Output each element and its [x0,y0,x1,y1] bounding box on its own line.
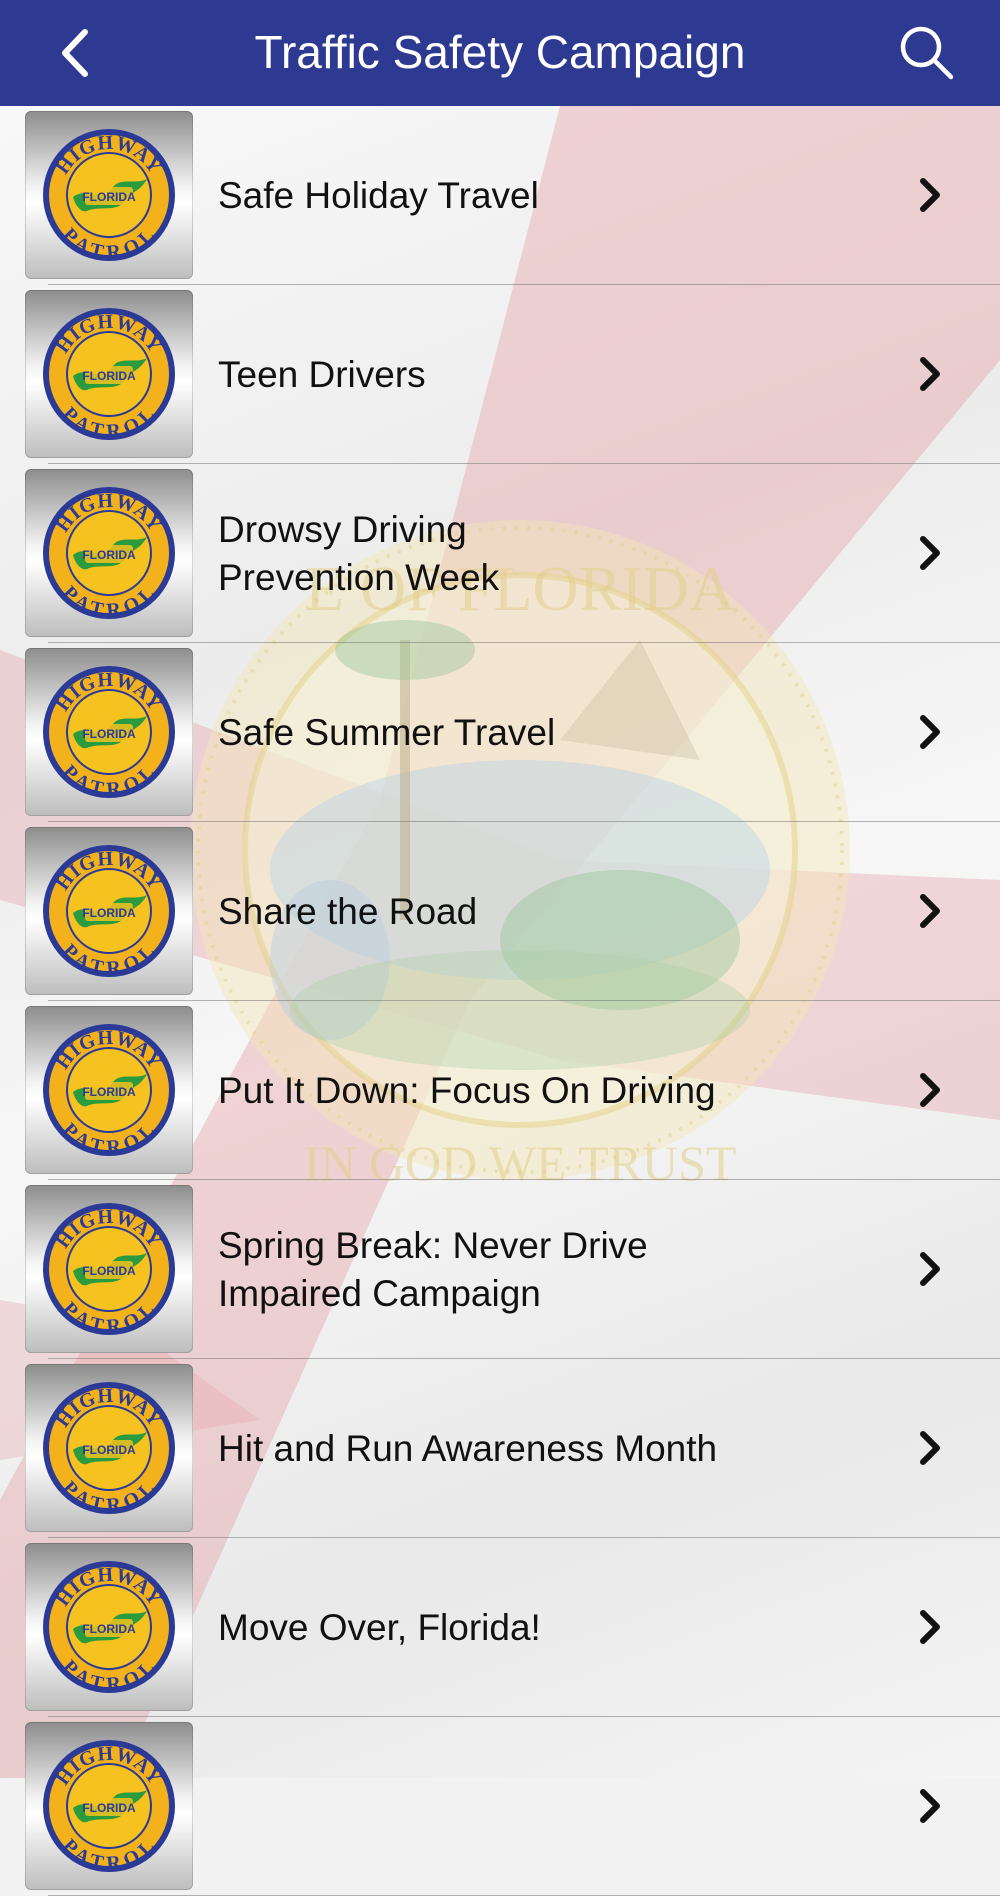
campaign-thumbnail: HIGHWAY PATROL FLORIDA [25,111,193,279]
chevron-right-icon [917,1428,943,1468]
svg-text:FLORIDA: FLORIDA [82,548,136,562]
campaign-title-line-1: Spring Break: Never Drive [218,1222,648,1269]
search-icon [898,24,956,82]
campaign-list-item[interactable]: HIGHWAY PATROL FLORIDA Safe Summer Trave… [0,643,1000,822]
campaign-list: HIGHWAY PATROL FLORIDA Safe Holiday Trav… [0,106,1000,1896]
campaign-title-line-1: Put It Down: Focus On Driving [218,1067,716,1114]
campaign-thumbnail: HIGHWAY PATROL FLORIDA [25,1185,193,1353]
disclosure-chevron-icon [915,173,945,217]
search-button[interactable] [892,18,962,88]
disclosure-chevron-icon [915,710,945,754]
campaign-thumbnail: HIGHWAY PATROL FLORIDA [25,1722,193,1890]
nav-bar: Traffic Safety Campaign [0,0,1000,106]
campaign-title-line-1: Hit and Run Awareness Month [218,1425,717,1472]
disclosure-chevron-icon [915,531,945,575]
campaign-thumbnail: HIGHWAY PATROL FLORIDA [25,1364,193,1532]
page-title: Traffic Safety Campaign [150,0,850,106]
chevron-right-icon [917,1070,943,1110]
svg-text:FLORIDA: FLORIDA [82,190,136,204]
highway-patrol-badge-icon: HIGHWAY PATROL FLORIDA [39,1378,179,1518]
chevron-right-icon [917,1786,943,1826]
campaign-list-item[interactable]: HIGHWAY PATROL FLORIDA Share the Road [0,822,1000,1001]
campaign-title: Put It Down: Focus On Driving [218,1001,880,1180]
campaign-thumbnail: HIGHWAY PATROL FLORIDA [25,827,193,995]
campaign-list-item[interactable]: HIGHWAY PATROL FLORIDA Hit and Run Aware… [0,1359,1000,1538]
highway-patrol-badge-icon: HIGHWAY PATROL FLORIDA [39,1199,179,1339]
chevron-right-icon [917,712,943,752]
campaign-title-line-2: Impaired Campaign [218,1270,648,1317]
chevron-right-icon [917,1249,943,1289]
campaign-title-line-1: Drowsy Driving [218,506,499,553]
campaign-list-item[interactable]: HIGHWAY PATROL FLORIDA Safe Holiday Trav… [0,106,1000,285]
campaign-title: Safe Summer Travel [218,643,880,822]
highway-patrol-badge-icon: HIGHWAY PATROL FLORIDA [39,1020,179,1160]
highway-patrol-badge-icon: HIGHWAY PATROL FLORIDA [39,483,179,623]
svg-text:FLORIDA: FLORIDA [82,1085,136,1099]
back-button[interactable] [40,18,110,88]
svg-text:FLORIDA: FLORIDA [82,1622,136,1636]
campaign-thumbnail: HIGHWAY PATROL FLORIDA [25,1006,193,1174]
campaign-title-line-1: Move Over, Florida! [218,1604,541,1651]
chevron-right-icon [917,533,943,573]
highway-patrol-badge-icon: HIGHWAY PATROL FLORIDA [39,841,179,981]
disclosure-chevron-icon [915,1068,945,1112]
campaign-list-item[interactable]: HIGHWAY PATROL FLORIDA Put It Down: Focu… [0,1001,1000,1180]
campaign-title-line-1: Teen Drivers [218,351,426,398]
campaign-title-line-2: Prevention Week [218,554,499,601]
chevron-right-icon [917,175,943,215]
svg-text:FLORIDA: FLORIDA [82,369,136,383]
campaign-title: Move Over, Florida! [218,1538,880,1717]
campaign-list-item[interactable]: HIGHWAY PATROL FLORIDA Move Over, Florid… [0,1538,1000,1717]
campaign-title-line-1: Safe Summer Travel [218,709,555,756]
svg-text:FLORIDA: FLORIDA [82,906,136,920]
chevron-right-icon [917,1607,943,1647]
campaign-thumbnail: HIGHWAY PATROL FLORIDA [25,290,193,458]
campaign-list-item[interactable]: HIGHWAY PATROL FLORIDA [0,1717,1000,1896]
highway-patrol-badge-icon: HIGHWAY PATROL FLORIDA [39,1557,179,1697]
highway-patrol-badge-icon: HIGHWAY PATROL FLORIDA [39,304,179,444]
chevron-left-icon [57,28,93,78]
svg-text:FLORIDA: FLORIDA [82,1801,136,1815]
highway-patrol-badge-icon: HIGHWAY PATROL FLORIDA [39,125,179,265]
campaign-title: Safe Holiday Travel [218,106,880,285]
disclosure-chevron-icon [915,889,945,933]
svg-text:FLORIDA: FLORIDA [82,1264,136,1278]
campaign-title: Teen Drivers [218,285,880,464]
svg-text:FLORIDA: FLORIDA [82,727,136,741]
chevron-right-icon [917,891,943,931]
campaign-thumbnail: HIGHWAY PATROL FLORIDA [25,648,193,816]
campaign-thumbnail: HIGHWAY PATROL FLORIDA [25,1543,193,1711]
campaign-list-item[interactable]: HIGHWAY PATROL FLORIDA Drowsy Driving Pr… [0,464,1000,643]
campaign-title-line-1: Share the Road [218,888,477,935]
campaign-list-item[interactable]: HIGHWAY PATROL FLORIDA Spring Break: Nev… [0,1180,1000,1359]
svg-text:FLORIDA: FLORIDA [82,1443,136,1457]
campaign-list-item[interactable]: HIGHWAY PATROL FLORIDA Teen Drivers [0,285,1000,464]
disclosure-chevron-icon [915,1247,945,1291]
campaign-title [218,1717,880,1896]
highway-patrol-badge-icon: HIGHWAY PATROL FLORIDA [39,1736,179,1876]
disclosure-chevron-icon [915,1426,945,1470]
campaign-title: Drowsy Driving Prevention Week [218,464,880,643]
disclosure-chevron-icon [915,352,945,396]
disclosure-chevron-icon [915,1784,945,1828]
chevron-right-icon [917,354,943,394]
highway-patrol-badge-icon: HIGHWAY PATROL FLORIDA [39,662,179,802]
campaign-title-line-1: Safe Holiday Travel [218,172,539,219]
campaign-title: Spring Break: Never Drive Impaired Campa… [218,1180,880,1359]
campaign-thumbnail: HIGHWAY PATROL FLORIDA [25,469,193,637]
campaign-title: Hit and Run Awareness Month [218,1359,880,1538]
campaign-title: Share the Road [218,822,880,1001]
disclosure-chevron-icon [915,1605,945,1649]
